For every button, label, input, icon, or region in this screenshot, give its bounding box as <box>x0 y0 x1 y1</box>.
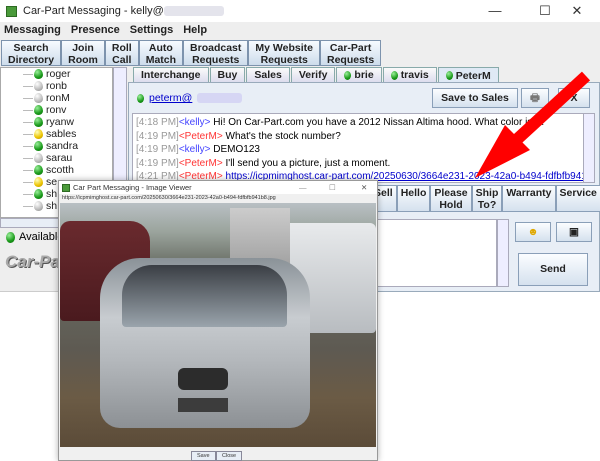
viewer-close-button[interactable]: ✕ <box>361 183 367 192</box>
viewer-maximize-button[interactable]: ☐ <box>329 183 336 192</box>
car-photo <box>60 203 376 447</box>
image-viewer-window: Car Part Messaging - Image Viewer — ☐ ✕ … <box>58 180 378 461</box>
viewer-title-bar: Car Part Messaging - Image Viewer — ☐ ✕ <box>59 181 377 194</box>
grille <box>178 368 228 390</box>
viewer-close-button-bottom[interactable]: Close <box>216 451 243 461</box>
viewer-url: https://icpmimghost.car-part.com/2025063… <box>62 195 276 201</box>
viewer-save-button[interactable]: Save <box>191 451 216 461</box>
app-icon <box>62 183 70 192</box>
windshield <box>122 265 287 327</box>
viewer-title: Car Part Messaging - Image Viewer <box>73 183 192 192</box>
license-plate <box>178 398 228 412</box>
viewer-minimize-button[interactable]: — <box>299 183 307 192</box>
